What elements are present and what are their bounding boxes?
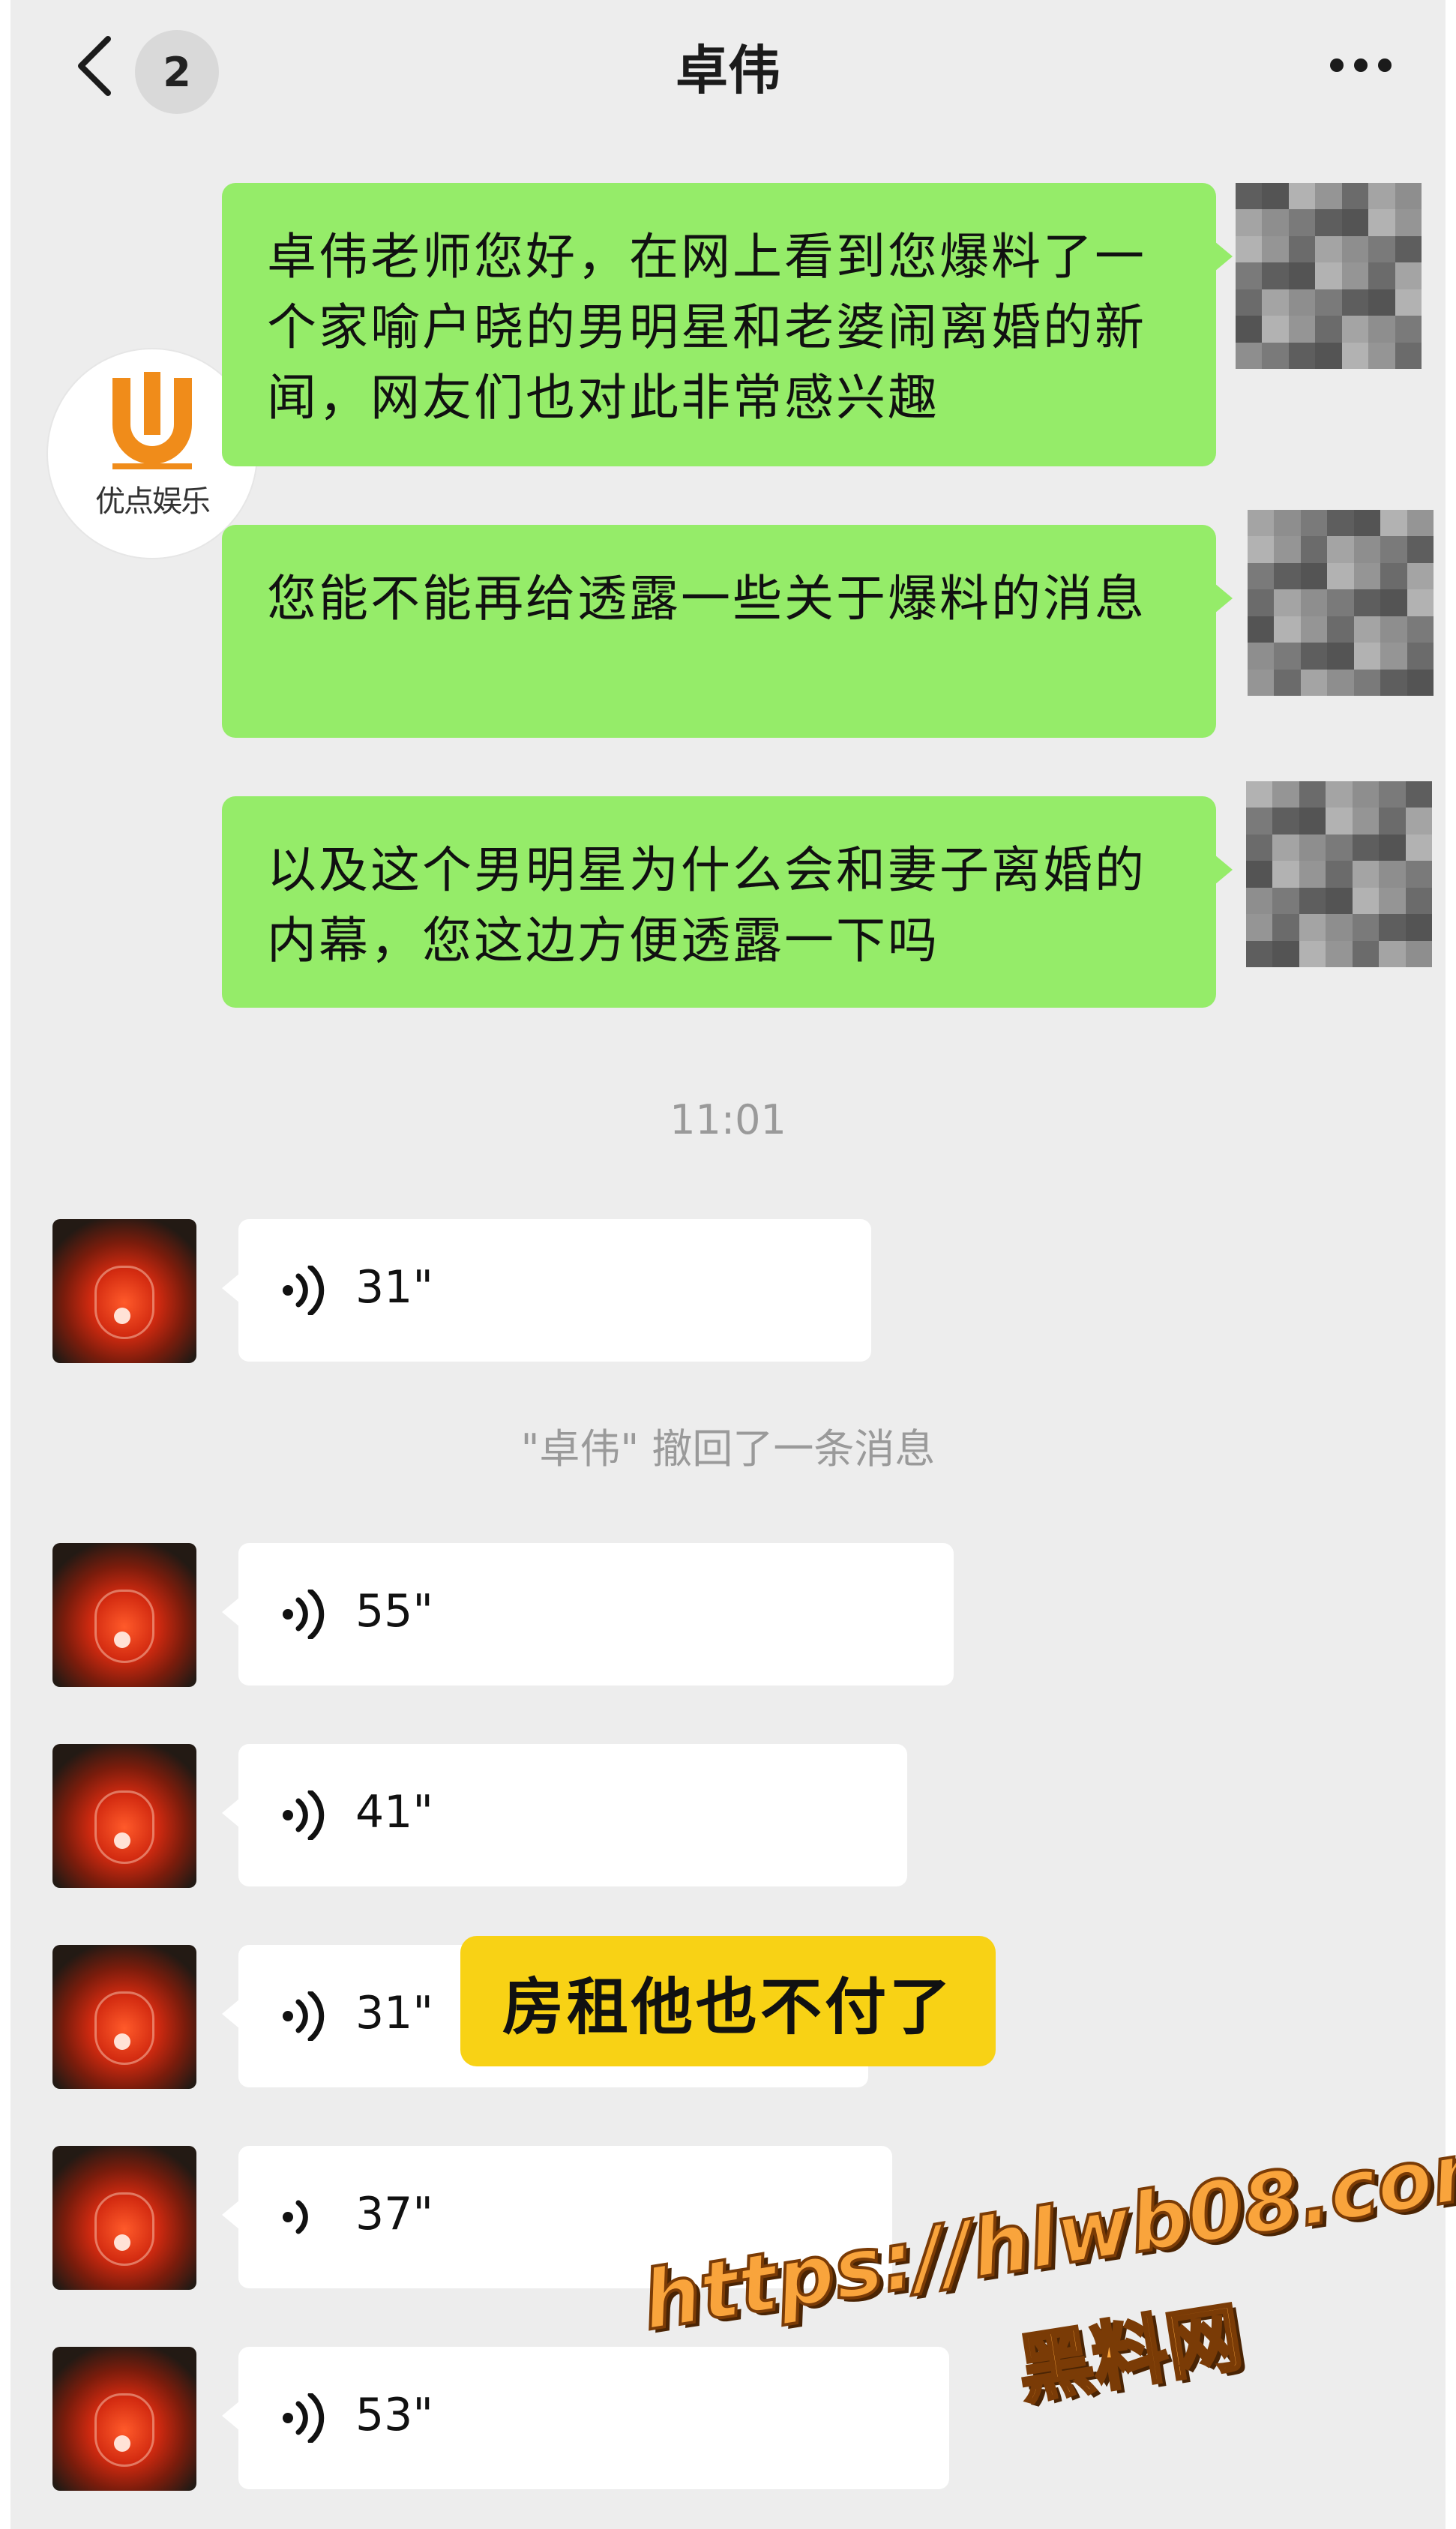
voice-duration: 55" (355, 1585, 433, 1638)
caption-highlight: 房租他也不付了 (460, 1936, 996, 2066)
watermark-name: 黑料网 (1011, 2291, 1250, 2416)
message-text: 卓伟老师您好，在网上看到您爆料了一个家喻户晓的男明星和老婆闹离婚的新闻，网友们也… (267, 228, 1146, 427)
self-avatar-pixelated[interactable] (1236, 183, 1422, 369)
voice-duration: 53" (355, 2389, 433, 2441)
voice-wave-icon (283, 1790, 325, 1840)
voice-duration: 31" (355, 1987, 433, 2039)
voice-wave-icon (283, 2393, 325, 2443)
more-dots-icon[interactable] (1330, 55, 1393, 76)
contact-avatar[interactable] (52, 1945, 196, 2089)
message-text: 以及这个男明星为什么会和妻子离婚的内幕，您这边方便透露一下吗 (267, 841, 1146, 969)
chat-title: 卓伟 (676, 40, 780, 101)
self-avatar-pixelated[interactable] (1248, 510, 1434, 696)
voice-wave-icon (283, 2200, 308, 2234)
left-frame (0, 0, 10, 2529)
voice-duration: 41" (355, 1786, 433, 1838)
voice-message[interactable]: 55" (222, 1543, 954, 1686)
contact-avatar[interactable] (52, 2146, 196, 2290)
voice-duration: 31" (355, 1261, 433, 1314)
brand-name: 优点娱乐 (95, 484, 211, 519)
outgoing-message[interactable]: 卓伟老师您好，在网上看到您爆料了一个家喻户晓的男明星和老婆闹离婚的新闻，网友们也… (222, 183, 1233, 466)
chat-header: 2 卓伟 (10, 0, 1446, 135)
voice-wave-icon (283, 1991, 325, 2041)
brand-u-icon (112, 372, 192, 469)
voice-message[interactable]: 31" (222, 1219, 871, 1362)
outgoing-message[interactable]: 您能不能再给透露一些关于爆料的消息 (222, 525, 1233, 738)
voice-duration: 37" (355, 2188, 433, 2240)
contact-avatar[interactable] (52, 1744, 196, 1888)
watermark: https://hlwb08.com 黑料网 (627, 2075, 1456, 2493)
contact-avatar[interactable] (52, 2347, 196, 2491)
recall-notice: "卓伟" 撤回了一条消息 (520, 1425, 936, 1473)
message-text: 您能不能再给透露一些关于爆料的消息 (267, 570, 1146, 628)
voice-wave-icon (283, 1266, 325, 1315)
time-divider: 11:01 (670, 1096, 786, 1143)
outgoing-message[interactable]: 以及这个男明星为什么会和妻子离婚的内幕，您这边方便透露一下吗 (222, 796, 1233, 1008)
contact-avatar[interactable] (52, 1219, 196, 1363)
voice-wave-icon (283, 1590, 325, 1639)
voice-message[interactable]: 41" (222, 1744, 907, 1886)
contact-avatar[interactable] (52, 1543, 196, 1687)
self-avatar-pixelated[interactable] (1246, 781, 1432, 967)
